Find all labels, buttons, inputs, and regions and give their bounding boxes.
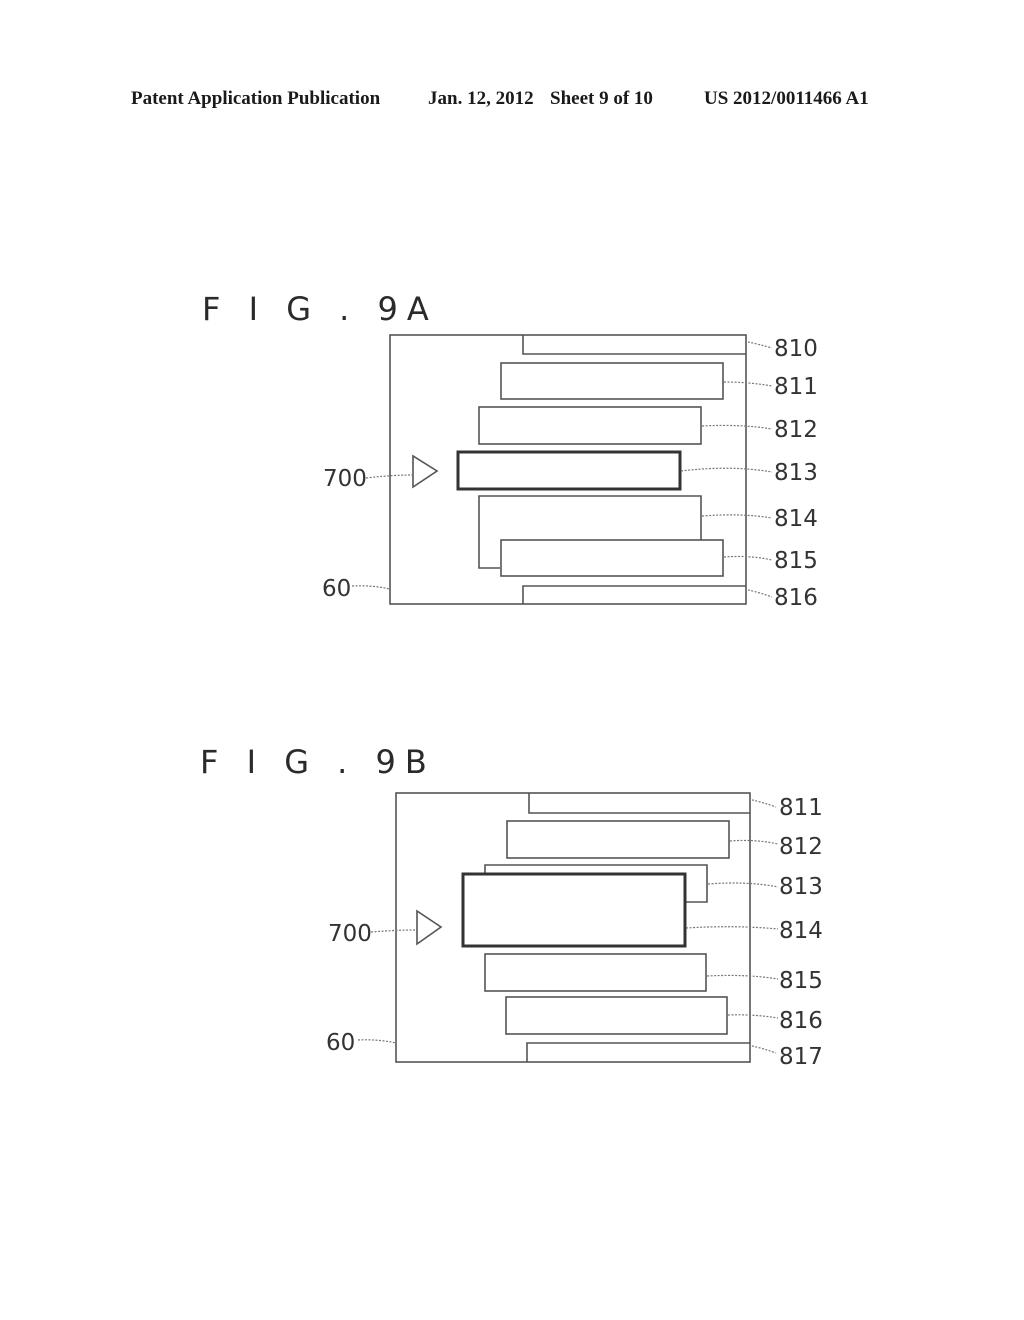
item-815-box: [500, 539, 724, 577]
leader-817: [751, 1045, 777, 1054]
label-item-1: 812: [779, 834, 823, 860]
page-header: Patent Application Publication Jan. 12, …: [0, 88, 1024, 114]
leader-813: [680, 467, 773, 473]
item-817-box: [526, 1042, 750, 1062]
figure-title-9b: F I G . 9B: [200, 743, 436, 781]
label-item-2: 812: [774, 417, 818, 443]
label-item-4: 815: [779, 968, 823, 994]
item-815-box: [484, 953, 707, 992]
item-816-box: [505, 996, 728, 1035]
leader-812: [729, 839, 779, 845]
leader-60: [351, 585, 391, 590]
figure-9b-diagram: 811 812 813 814 815 816 817 700 60: [326, 792, 823, 1070]
item-810-box: [522, 335, 746, 355]
figure-9a-diagram: 810 811 812 813 814 815 816 700 60: [322, 334, 818, 611]
item-816-box: [522, 585, 746, 604]
item-811-box: [528, 793, 750, 814]
leader-60: [357, 1039, 397, 1044]
leader-810: [747, 341, 773, 349]
pointer-700-triangle-icon: [412, 454, 439, 489]
label-item-6: 816: [774, 585, 818, 611]
leader-700: [365, 474, 413, 479]
leader-811: [751, 799, 777, 808]
leader-813: [707, 882, 779, 888]
item-812-box: [478, 406, 702, 445]
label-item-0: 811: [779, 795, 823, 821]
label-screen: 60: [326, 1030, 355, 1056]
leader-814: [701, 514, 773, 519]
leader-700: [370, 929, 417, 933]
label-screen: 60: [322, 576, 351, 602]
publication-label: Patent Application Publication: [131, 88, 381, 109]
leader-816: [727, 1014, 779, 1019]
leader-814: [685, 926, 779, 930]
label-item-6: 817: [779, 1044, 823, 1070]
patent-number: US 2012/0011466 A1: [704, 88, 869, 109]
sheet-number: Sheet 9 of 10: [550, 88, 653, 109]
label-item-5: 816: [779, 1008, 823, 1034]
leader-816: [747, 589, 773, 598]
label-pointer: 700: [328, 921, 372, 947]
label-item-1: 811: [774, 374, 818, 400]
label-item-5: 815: [774, 548, 818, 574]
publication-date: Jan. 12, 2012: [428, 88, 534, 109]
item-811-box: [500, 362, 724, 400]
leader-815: [723, 555, 773, 561]
label-item-3: 813: [774, 460, 818, 486]
item-814-box: [478, 495, 702, 569]
item-813-box-selected: [456, 450, 682, 491]
label-pointer: 700: [323, 466, 367, 492]
item-814-box-selected: [461, 872, 687, 948]
item-813-box: [484, 864, 708, 903]
label-item-0: 810: [774, 336, 818, 362]
label-item-2: 813: [779, 874, 823, 900]
leader-812: [701, 424, 773, 430]
leader-811: [723, 381, 773, 387]
label-item-4: 814: [774, 506, 818, 532]
leader-815: [706, 974, 779, 980]
pointer-700-triangle-icon: [416, 909, 443, 946]
label-item-3: 814: [779, 918, 823, 944]
item-812-box: [506, 820, 730, 859]
